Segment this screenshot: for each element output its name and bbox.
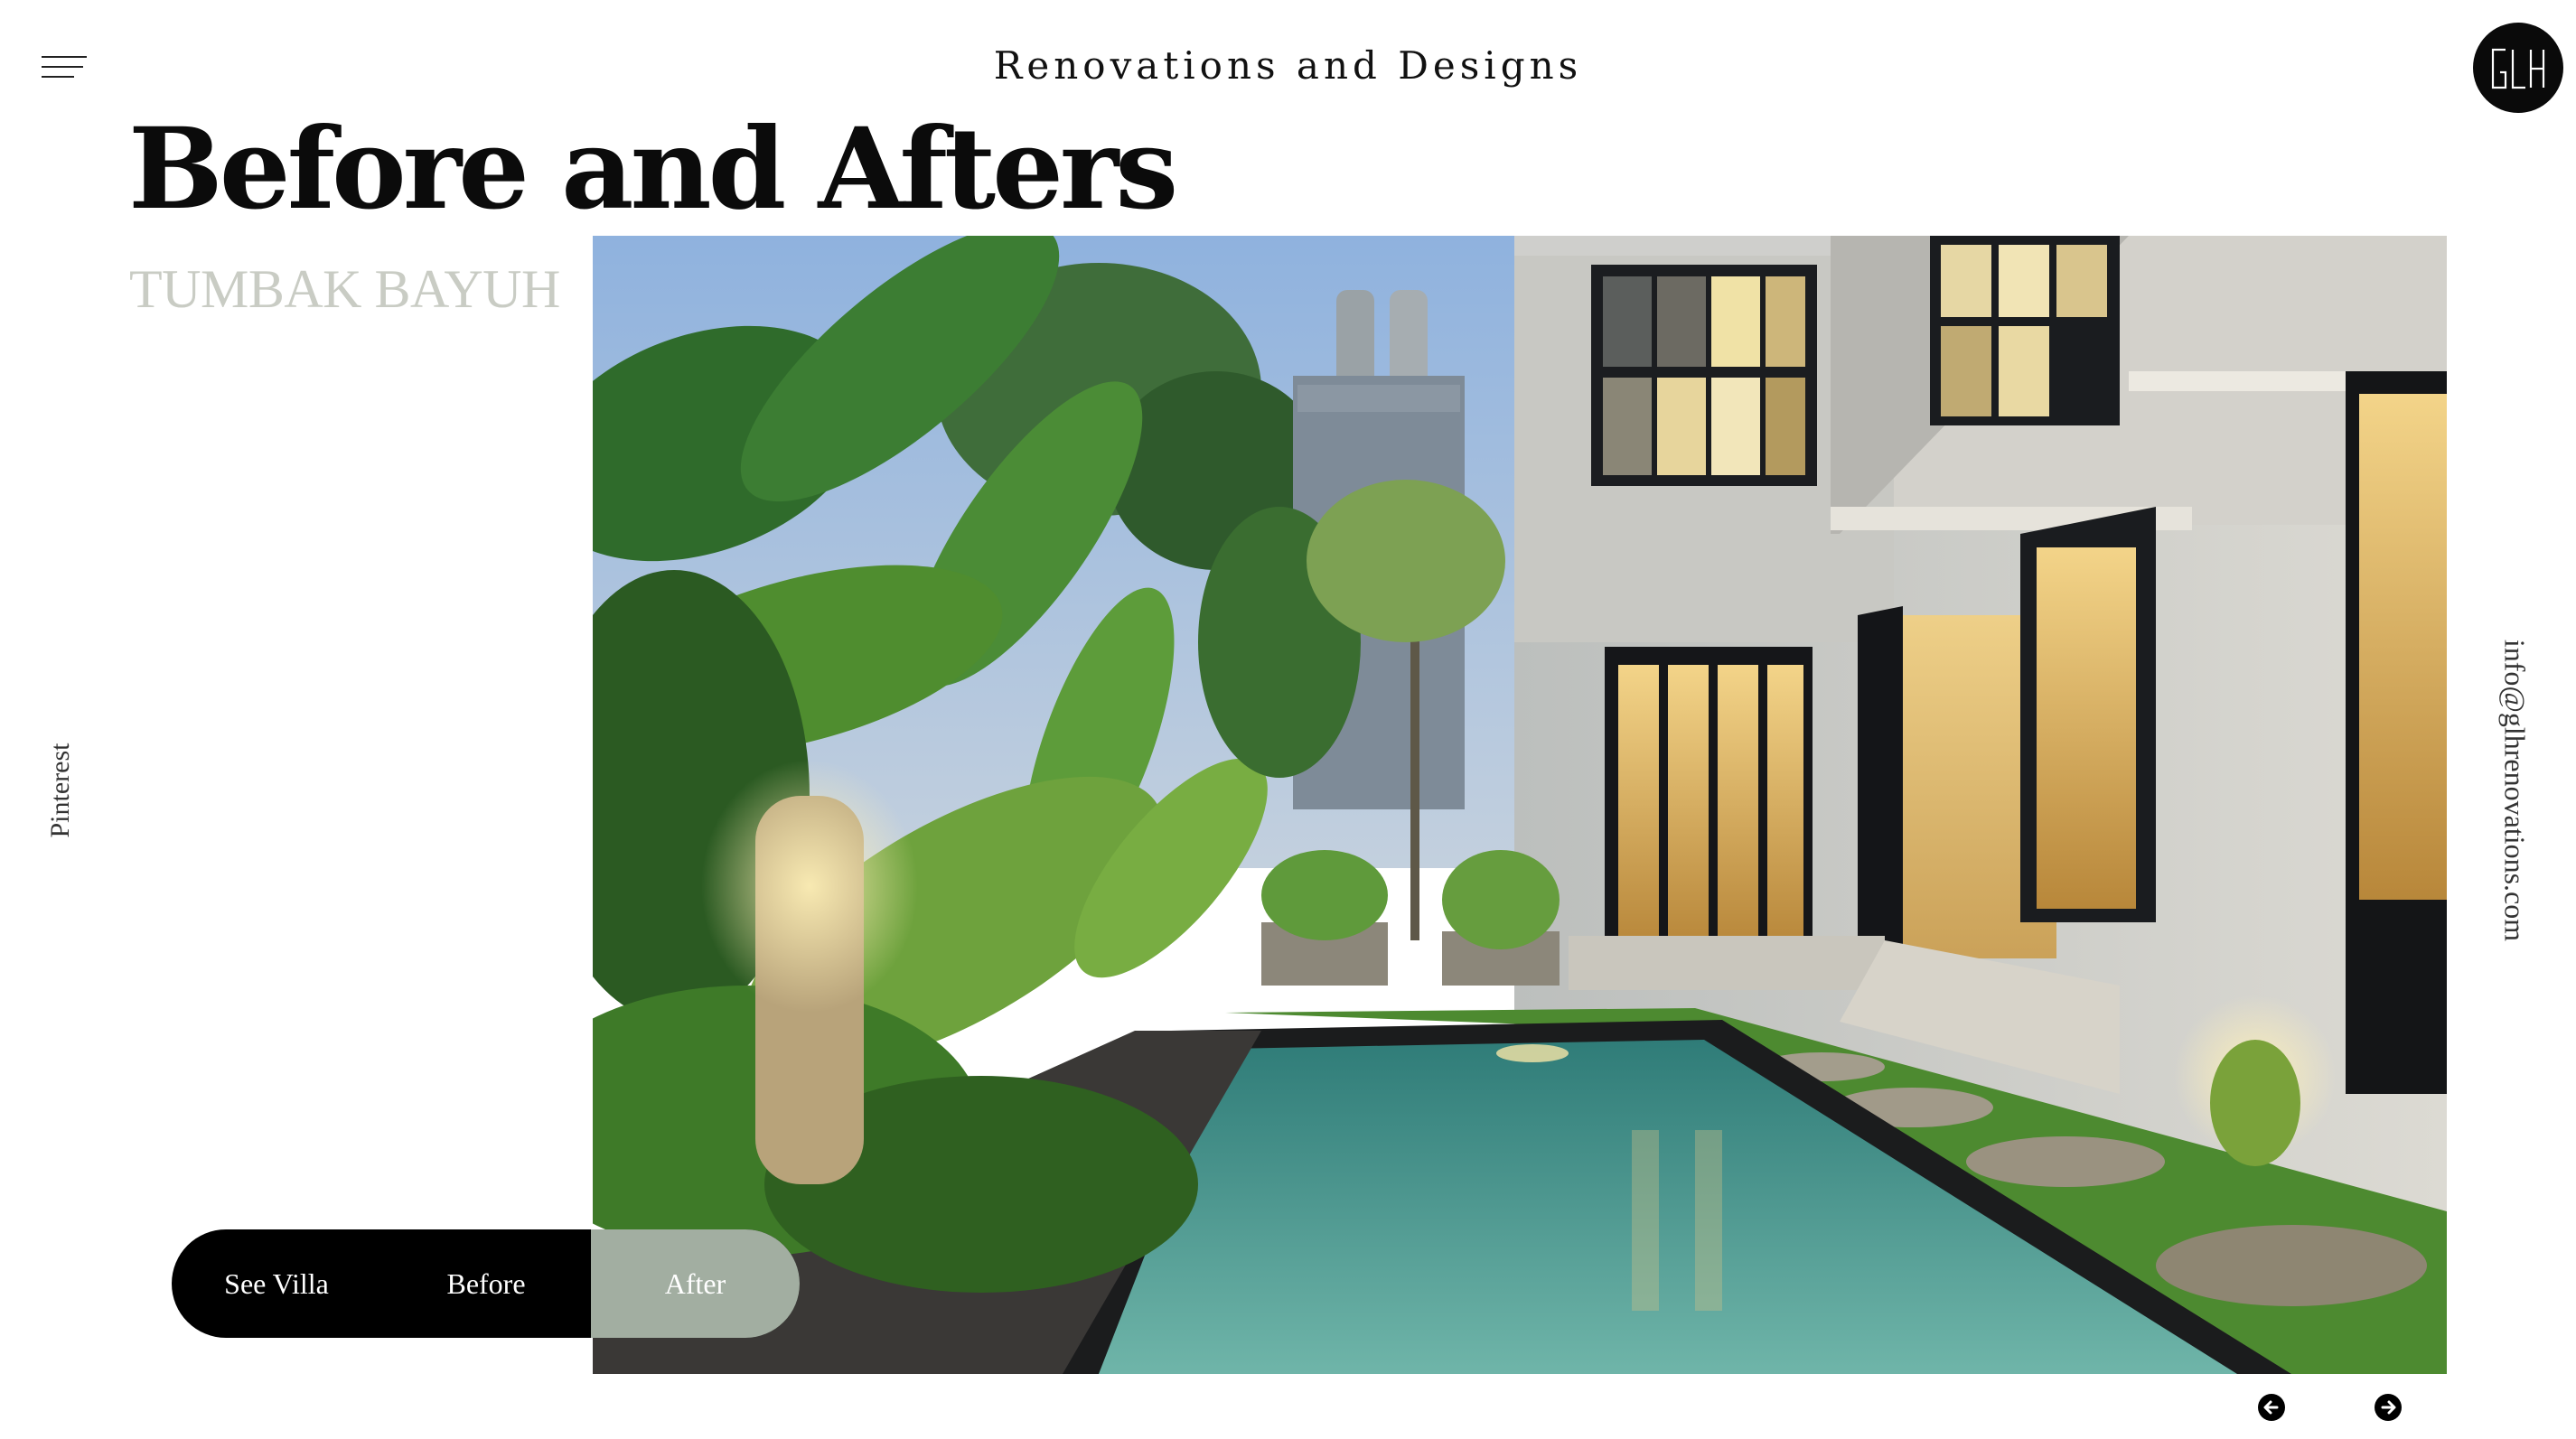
page: Renovations and Designs Before and After… — [0, 0, 2576, 1439]
before-button[interactable]: Before — [381, 1229, 591, 1338]
villa-controls: See Villa Before After — [172, 1229, 800, 1338]
arrow-left-circle-icon[interactable] — [2257, 1393, 2286, 1422]
site-title[interactable]: Renovations and Designs — [0, 43, 2576, 88]
page-title: Before and Afters — [128, 104, 1178, 235]
arrow-right-circle-icon[interactable] — [2374, 1393, 2403, 1422]
email-link-label: info@glhrenovations.com — [2498, 639, 2532, 942]
email-link[interactable]: info@glhrenovations.com — [2498, 632, 2532, 948]
pinterest-link-label: Pinterest — [45, 743, 75, 838]
villa-photo — [593, 236, 2447, 1374]
after-button[interactable]: After — [591, 1229, 800, 1338]
logo[interactable] — [2473, 23, 2563, 113]
see-villa-button[interactable]: See Villa — [172, 1229, 381, 1338]
villa-name: TUMBAK BAYUH — [129, 259, 560, 319]
pinterest-link[interactable]: Pinterest — [45, 736, 75, 845]
